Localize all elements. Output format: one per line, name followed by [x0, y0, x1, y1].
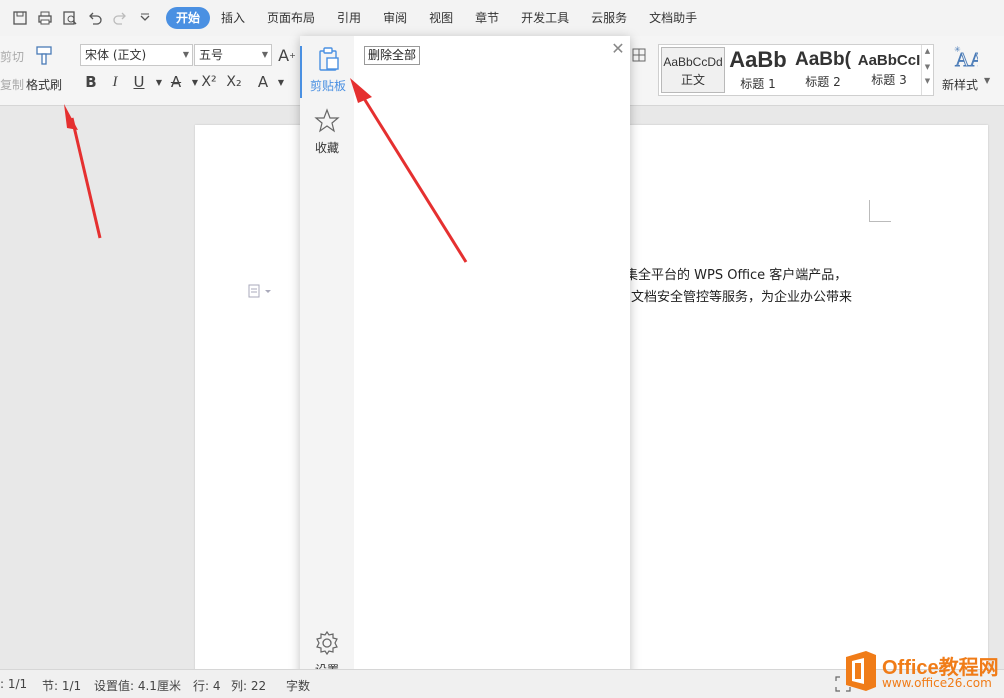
delete-all-button[interactable]: 删除全部: [364, 46, 421, 65]
gallery-scroll[interactable]: ▲ ▼ ▼: [921, 45, 933, 95]
chevron-up-icon[interactable]: ▲: [922, 47, 933, 55]
status-setting[interactable]: 设置值: 4.1厘米: [94, 677, 181, 694]
new-style-button[interactable]: 新样式: [942, 76, 978, 93]
font-name-value: 宋体 (正文): [85, 48, 147, 62]
print-preview-icon[interactable]: [58, 6, 82, 30]
style-sample: AaBb: [729, 47, 787, 72]
format-painter-icon[interactable]: [32, 44, 56, 71]
gear-icon: [316, 630, 338, 656]
style-heading-3[interactable]: AaBbCcI 标题 3: [857, 47, 921, 93]
undo-icon[interactable]: [83, 6, 107, 30]
sidebar-item-clipboard[interactable]: 剪贴板: [300, 46, 354, 98]
close-icon[interactable]: ✕: [610, 41, 626, 57]
cut-button[interactable]: 剪切: [0, 48, 24, 65]
format-painter-button[interactable]: 格式刷: [26, 76, 62, 93]
bold-button[interactable]: B: [80, 71, 102, 93]
chevron-down-icon[interactable]: ▼: [270, 71, 292, 93]
watermark-url: www.office26.com: [882, 676, 992, 690]
style-name: 正文: [680, 73, 705, 87]
panel-sidebar: 剪贴板 收藏 设置: [300, 36, 354, 686]
chevron-down-icon: ▼: [182, 50, 189, 59]
document-line: 集全平台的 WPS Office 客户端产品，: [625, 268, 848, 283]
style-name: 标题 3: [871, 73, 907, 87]
tab-insert[interactable]: 插入: [210, 7, 256, 29]
underline-button[interactable]: U: [128, 71, 150, 93]
chevron-down-icon: ▼: [261, 50, 268, 59]
star-icon: [314, 108, 340, 133]
office-logo-icon: [846, 651, 876, 691]
style-normal[interactable]: AaBbCcDd 正文: [661, 47, 725, 93]
style-gallery: AaBbCcDd 正文 AaBb 标题 1 AaBb( 标题 2 AaBbCcI…: [658, 44, 934, 96]
style-sample: AaBbCcDd: [663, 55, 723, 69]
status-wordcount[interactable]: 字数: [286, 677, 310, 694]
subscript-button[interactable]: X₂: [223, 71, 245, 93]
grow-font-icon[interactable]: A +: [276, 44, 298, 66]
chevron-down-icon[interactable]: ▼: [922, 63, 933, 71]
status-row[interactable]: 行: 4: [193, 677, 221, 694]
font-size-value: 五号: [199, 48, 224, 62]
chevron-down-icon[interactable]: ▼: [984, 76, 990, 85]
tab-section[interactable]: 章节: [464, 7, 510, 29]
clipboard-icon: [319, 47, 339, 71]
italic-button[interactable]: I: [104, 71, 126, 93]
style-name: 标题 1: [740, 77, 776, 91]
tab-cloud[interactable]: 云服务: [580, 7, 638, 29]
menu-tabs: 开始 插入 页面布局 引用 审阅 视图 章节 开发工具 云服务 文档助手: [166, 7, 708, 29]
copy-button[interactable]: 复制: [0, 76, 24, 93]
status-page[interactable]: : 1/1: [0, 677, 27, 691]
tab-doc-assistant[interactable]: 文档助手: [638, 7, 708, 29]
font-size-select[interactable]: 五号 ▼: [194, 44, 272, 66]
tab-references[interactable]: 引用: [326, 7, 372, 29]
customize-icon[interactable]: [133, 6, 157, 30]
page-corner-mark: [869, 200, 891, 222]
print-icon[interactable]: [33, 6, 57, 30]
style-sample: AaBb(: [795, 49, 851, 70]
paragraph-menu-icon[interactable]: [248, 284, 274, 301]
clipboard-panel: 剪贴板 收藏 设置 删除全部 ✕: [300, 36, 630, 686]
style-heading-2[interactable]: AaBb( 标题 2: [791, 47, 855, 93]
redo-icon[interactable]: [108, 6, 132, 30]
style-heading-1[interactable]: AaBb 标题 1: [727, 47, 789, 93]
tab-home[interactable]: 开始: [166, 7, 211, 29]
quick-access-toolbar: [8, 6, 158, 30]
tab-page-layout[interactable]: 页面布局: [256, 7, 326, 29]
save-icon[interactable]: [8, 6, 32, 30]
new-style-icon[interactable]: AA ✳: [952, 44, 985, 73]
sidebar-item-favorites[interactable]: 收藏: [300, 108, 354, 158]
status-section[interactable]: 节: 1/1: [42, 677, 81, 694]
sidebar-item-label: 剪贴板: [309, 79, 346, 93]
menu-bar: 开始 插入 页面布局 引用 审阅 视图 章节 开发工具 云服务 文档助手: [0, 0, 1004, 36]
expand-icon[interactable]: ▼: [922, 77, 933, 85]
document-line: 文档安全管控等服务，为企业办公带来: [631, 290, 853, 305]
status-col[interactable]: 列: 22: [231, 677, 266, 694]
style-name: 标题 2: [805, 75, 841, 89]
tab-view[interactable]: 视图: [418, 7, 464, 29]
tab-review[interactable]: 审阅: [372, 7, 418, 29]
superscript-button[interactable]: X²: [198, 71, 220, 93]
sidebar-item-label: 收藏: [314, 141, 339, 155]
watermark-logo: Office教程网 www.office26.com: [838, 645, 1004, 698]
arrow-to-format-painter: [64, 104, 102, 239]
style-sample: AaBbCcI: [857, 52, 921, 69]
table-icon[interactable]: [632, 48, 646, 65]
svg-text:✳: ✳: [954, 45, 961, 54]
font-name-select[interactable]: 宋体 (正文) ▼: [80, 44, 193, 66]
tab-developer[interactable]: 开发工具: [510, 7, 580, 29]
